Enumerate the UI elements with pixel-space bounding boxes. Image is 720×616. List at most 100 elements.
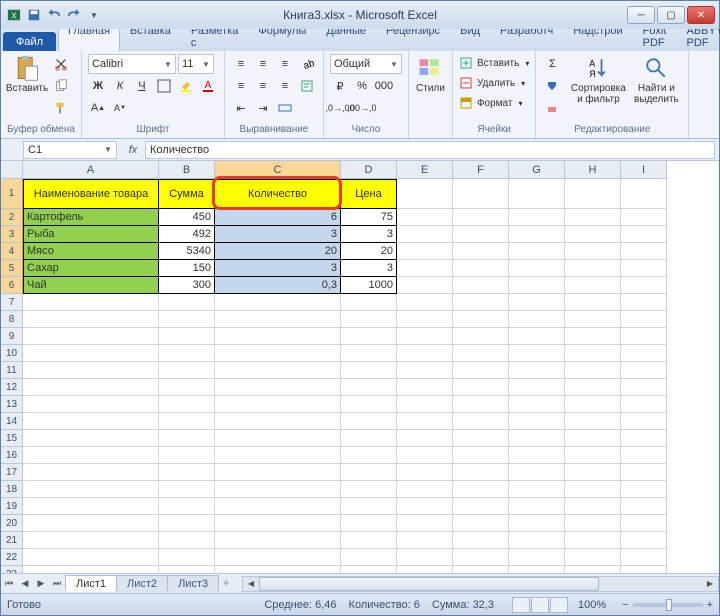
row-header-12[interactable]: 12 [1,379,23,396]
cell-E14[interactable] [397,413,453,430]
cell-E2[interactable] [397,209,453,226]
row-header-15[interactable]: 15 [1,430,23,447]
cell-F5[interactable] [453,260,509,277]
cell-C15[interactable] [215,430,341,447]
cell-F12[interactable] [453,379,509,396]
col-header-A[interactable]: A [23,161,159,179]
zoom-slider[interactable]: − + [622,599,713,611]
fill-color-button[interactable] [176,76,196,96]
cell-C5[interactable]: 3 [215,260,341,277]
cell-E23[interactable] [397,566,453,573]
cell-I1[interactable] [621,179,667,209]
cell-D20[interactable] [341,515,397,532]
cell-I6[interactable] [621,277,667,294]
cell-B12[interactable] [159,379,215,396]
cell-I17[interactable] [621,464,667,481]
cell-B3[interactable]: 492 [159,226,215,243]
cell-F20[interactable] [453,515,509,532]
cell-A14[interactable] [23,413,159,430]
minimize-button[interactable]: ─ [627,6,655,24]
cell-C22[interactable] [215,549,341,566]
decrease-indent-icon[interactable]: ⇤ [231,98,251,118]
cell-E15[interactable] [397,430,453,447]
col-header-I[interactable]: I [621,161,667,179]
cell-C10[interactable] [215,345,341,362]
cell-F14[interactable] [453,413,509,430]
cell-C6[interactable]: 0,3 [215,277,341,294]
align-top-icon[interactable]: ≡ [231,54,251,74]
cell-F11[interactable] [453,362,509,379]
cell-H9[interactable] [565,328,621,345]
row-header-5[interactable]: 5 [1,260,23,277]
cell-D3[interactable]: 3 [341,226,397,243]
cell-H5[interactable] [565,260,621,277]
cell-B22[interactable] [159,549,215,566]
cell-B16[interactable] [159,447,215,464]
cell-E20[interactable] [397,515,453,532]
sheet-nav-prev-icon[interactable]: ◀ [17,576,33,592]
cell-I13[interactable] [621,396,667,413]
sheet-nav-last-icon[interactable]: ⏭ [49,576,65,592]
paste-button[interactable]: Вставить [7,54,47,95]
cell-G21[interactable] [509,532,565,549]
cell-D15[interactable] [341,430,397,447]
align-bottom-icon[interactable]: ≡ [275,54,295,74]
cell-E11[interactable] [397,362,453,379]
cell-A4[interactable]: Мясо [23,243,159,260]
cell-I12[interactable] [621,379,667,396]
cell-D19[interactable] [341,498,397,515]
cell-A23[interactable] [23,566,159,573]
cell-B5[interactable]: 150 [159,260,215,277]
horizontal-scrollbar[interactable]: ◀ ▶ [242,576,719,592]
fx-button[interactable]: fx [123,141,143,159]
cell-F6[interactable] [453,277,509,294]
cell-A6[interactable]: Чай [23,277,159,294]
cell-B19[interactable] [159,498,215,515]
cell-G6[interactable] [509,277,565,294]
cell-B2[interactable]: 450 [159,209,215,226]
cell-B9[interactable] [159,328,215,345]
cell-D7[interactable] [341,294,397,311]
cell-D23[interactable] [341,566,397,573]
cell-E16[interactable] [397,447,453,464]
cell-G1[interactable] [509,179,565,209]
cell-D22[interactable] [341,549,397,566]
align-left-icon[interactable]: ≡ [231,76,251,96]
currency-icon[interactable]: ₽ [330,76,350,96]
cell-I7[interactable] [621,294,667,311]
border-button[interactable] [154,76,174,96]
row-header-19[interactable]: 19 [1,498,23,515]
cell-F3[interactable] [453,226,509,243]
cell-F19[interactable] [453,498,509,515]
cell-D14[interactable] [341,413,397,430]
cell-C17[interactable] [215,464,341,481]
col-header-E[interactable]: E [397,161,453,179]
cell-G20[interactable] [509,515,565,532]
row-header-17[interactable]: 17 [1,464,23,481]
cell-I23[interactable] [621,566,667,573]
cell-I22[interactable] [621,549,667,566]
cell-I10[interactable] [621,345,667,362]
cell-G14[interactable] [509,413,565,430]
cell-D4[interactable]: 20 [341,243,397,260]
col-header-B[interactable]: B [159,161,215,179]
cell-A1[interactable]: Наименование товара [23,179,159,209]
cell-F21[interactable] [453,532,509,549]
row-header-18[interactable]: 18 [1,481,23,498]
cell-C7[interactable] [215,294,341,311]
cell-B1[interactable]: Сумма [159,179,215,209]
zoom-out-icon[interactable]: − [622,599,628,611]
delete-cells-button[interactable]: Удалить▾ [459,74,529,92]
cell-I15[interactable] [621,430,667,447]
cell-E22[interactable] [397,549,453,566]
cell-F16[interactable] [453,447,509,464]
increase-indent-icon[interactable]: ⇥ [253,98,273,118]
cell-A7[interactable] [23,294,159,311]
cell-H15[interactable] [565,430,621,447]
cell-D11[interactable] [341,362,397,379]
cell-I8[interactable] [621,311,667,328]
sheet-tab[interactable]: Лист3 [167,575,219,592]
row-header-22[interactable]: 22 [1,549,23,566]
cell-D12[interactable] [341,379,397,396]
cell-G8[interactable] [509,311,565,328]
